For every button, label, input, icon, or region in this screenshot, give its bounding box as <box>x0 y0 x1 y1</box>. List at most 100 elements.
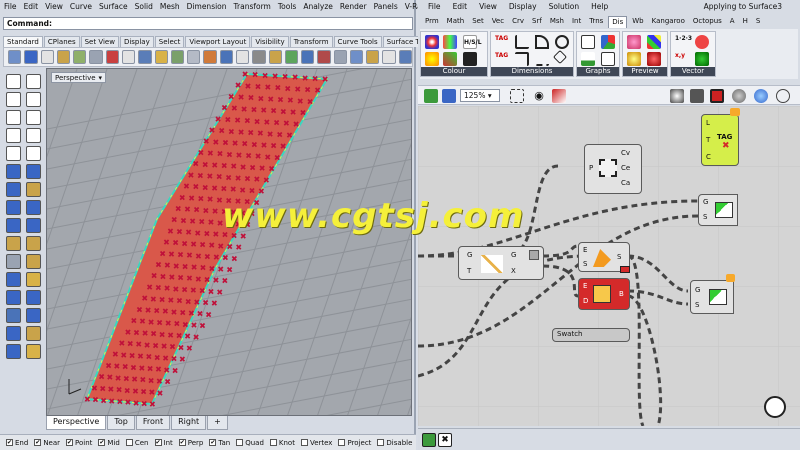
preview-top-input-g[interactable]: G <box>703 198 708 206</box>
menu-item[interactable]: Edit <box>24 2 39 12</box>
toolbar-tool-icon[interactable] <box>268 50 282 64</box>
toolbar-tab[interactable]: Select <box>154 36 185 47</box>
preview-mesh-icon[interactable] <box>754 89 768 103</box>
tag-input-l[interactable]: L <box>706 119 710 127</box>
point-list-icon[interactable]: 1·2·3 <box>675 35 692 49</box>
left-tool-icon[interactable] <box>26 254 41 269</box>
gh-tab[interactable]: S <box>753 16 763 28</box>
colour-swatch-icon[interactable] <box>443 52 457 66</box>
gh-menu-item[interactable]: Help <box>591 2 608 12</box>
gh-tab[interactable]: Math <box>444 16 468 28</box>
gradient-input-s[interactable]: S <box>583 260 587 268</box>
toolbar-tool-icon[interactable] <box>398 50 413 64</box>
view-tab[interactable]: Right <box>171 416 207 430</box>
left-tool-icon[interactable] <box>6 218 21 233</box>
red-input-e[interactable]: E <box>583 282 587 290</box>
toolbar-tab[interactable]: Curve Tools <box>333 36 382 47</box>
toolbar-tool-icon[interactable] <box>89 50 103 64</box>
left-tool-icon[interactable] <box>6 146 21 161</box>
preview-component-top[interactable]: G S <box>698 194 738 226</box>
toolbar-tool-icon[interactable] <box>366 50 380 64</box>
left-tool-icon[interactable] <box>26 218 41 233</box>
bar-graph-icon[interactable] <box>581 52 595 66</box>
area-output-ca[interactable]: Ca <box>621 179 630 187</box>
preview-material-icon[interactable] <box>647 35 661 49</box>
area-output-cv[interactable]: Cv <box>621 149 630 157</box>
perspective-viewport[interactable]: Perspective ▾ ✖ ✖ ✖ ✖ ✖ ✖ ✖ ✖ ✖ ✖ ✖ ✖ ✖ ✖ ✖ ✖ ✖ ✖ ✖ ✖ ✖ ✖ ✖ ✖ ✖ ✖… <box>46 68 412 416</box>
preview-wire-icon[interactable] <box>690 89 704 103</box>
vector-input-g[interactable]: G <box>467 251 472 259</box>
left-tool-icon[interactable] <box>6 110 21 125</box>
osnap-checkbox[interactable]: Knot <box>269 439 295 447</box>
canvas-navigation-compass-icon[interactable] <box>764 396 786 418</box>
gh-menu-item[interactable]: View <box>479 2 497 12</box>
left-tool-icon[interactable] <box>6 254 21 269</box>
left-tool-icon[interactable] <box>26 128 41 143</box>
pie-chart-icon[interactable] <box>601 35 615 49</box>
toolbar-tool-icon[interactable] <box>317 50 331 64</box>
toolbar-tab[interactable]: Viewport Layout <box>185 36 251 47</box>
left-tool-icon[interactable] <box>6 182 21 197</box>
osnap-checkbox[interactable]: ✔ Tan <box>209 439 230 447</box>
toolbar-tool-icon[interactable] <box>219 50 233 64</box>
toolbar-tool-icon[interactable] <box>284 50 299 64</box>
left-tool-icon[interactable] <box>26 344 41 359</box>
toolbar-tab[interactable]: Standard <box>3 36 43 47</box>
left-tool-icon[interactable] <box>6 74 21 89</box>
text-tag-icon[interactable]: TAG <box>495 52 509 66</box>
osnap-checkbox[interactable]: ✔ Near <box>34 439 60 447</box>
vector-output-x[interactable]: X <box>511 267 516 275</box>
gh-menu-item[interactable]: Solution <box>549 2 580 12</box>
display-quality-icon[interactable] <box>776 89 790 103</box>
gh-tab[interactable]: Srf <box>529 16 545 28</box>
dimension-angle-icon[interactable] <box>535 35 549 49</box>
tag-component[interactable]: L T C TAG ✖ <box>701 114 739 166</box>
vector-display-icon[interactable] <box>695 35 709 49</box>
left-tool-icon[interactable] <box>6 272 21 287</box>
vector-display-component[interactable]: G T G X <box>458 246 544 280</box>
toolbar-tool-icon[interactable] <box>40 50 54 64</box>
gh-menu-item[interactable]: File <box>428 2 441 12</box>
left-tool-icon[interactable] <box>6 308 21 323</box>
gh-close-icon[interactable]: ✖ <box>438 433 452 447</box>
osnap-checkbox[interactable]: ✔ Perp <box>178 439 203 447</box>
toolbar-tool-icon[interactable] <box>349 50 364 64</box>
menu-item[interactable]: Surface <box>99 2 128 12</box>
area-input-p[interactable]: P <box>589 164 593 172</box>
command-line[interactable]: Command: <box>3 17 413 30</box>
left-tool-icon[interactable] <box>26 92 41 107</box>
toolbar-tool-icon[interactable] <box>24 50 38 64</box>
menu-item[interactable]: View <box>45 2 63 12</box>
menu-item[interactable]: Analyze <box>303 2 333 12</box>
gradient-output-s[interactable]: S <box>617 253 621 261</box>
gh-tab[interactable]: Trns <box>586 16 606 28</box>
gh-tab[interactable]: Octopus <box>690 16 725 28</box>
menu-item[interactable]: File <box>4 2 17 12</box>
toolbar-tool-icon[interactable] <box>121 50 136 64</box>
left-tool-icon[interactable] <box>26 308 41 323</box>
osnap-checkbox[interactable]: ✔ End <box>6 439 28 447</box>
toolbar-tool-icon[interactable] <box>105 50 119 64</box>
tag-icon[interactable]: TAG <box>495 35 509 49</box>
graph-mapper-icon[interactable] <box>581 35 595 49</box>
left-tool-icon[interactable] <box>26 146 41 161</box>
left-tool-icon[interactable] <box>6 236 21 251</box>
left-tool-icon[interactable] <box>26 74 41 89</box>
vector-preview-icon[interactable] <box>695 52 709 66</box>
colour-picker-icon[interactable] <box>425 52 439 66</box>
menu-item[interactable]: Mesh <box>160 2 180 12</box>
toolbar-tool-icon[interactable] <box>203 50 217 64</box>
osnap-checkbox[interactable]: Disable <box>377 439 412 447</box>
gh-tab[interactable]: Prm <box>422 16 442 28</box>
gh-tab[interactable]: A <box>727 16 738 28</box>
gh-tab[interactable]: Msh <box>547 16 567 28</box>
gh-tab[interactable]: Wb <box>629 16 646 28</box>
colour-hsl-icon[interactable]: H/S/L <box>463 35 482 49</box>
left-tool-icon[interactable] <box>6 92 21 107</box>
left-tool-icon[interactable] <box>26 236 41 251</box>
toolbar-tool-icon[interactable] <box>56 50 71 64</box>
osnap-checkbox[interactable]: ✔ Mid <box>98 439 120 447</box>
eye-icon[interactable]: ◉ <box>532 89 546 103</box>
vector-settings-icon[interactable] <box>529 250 539 260</box>
custom-preview-icon[interactable] <box>627 35 641 49</box>
